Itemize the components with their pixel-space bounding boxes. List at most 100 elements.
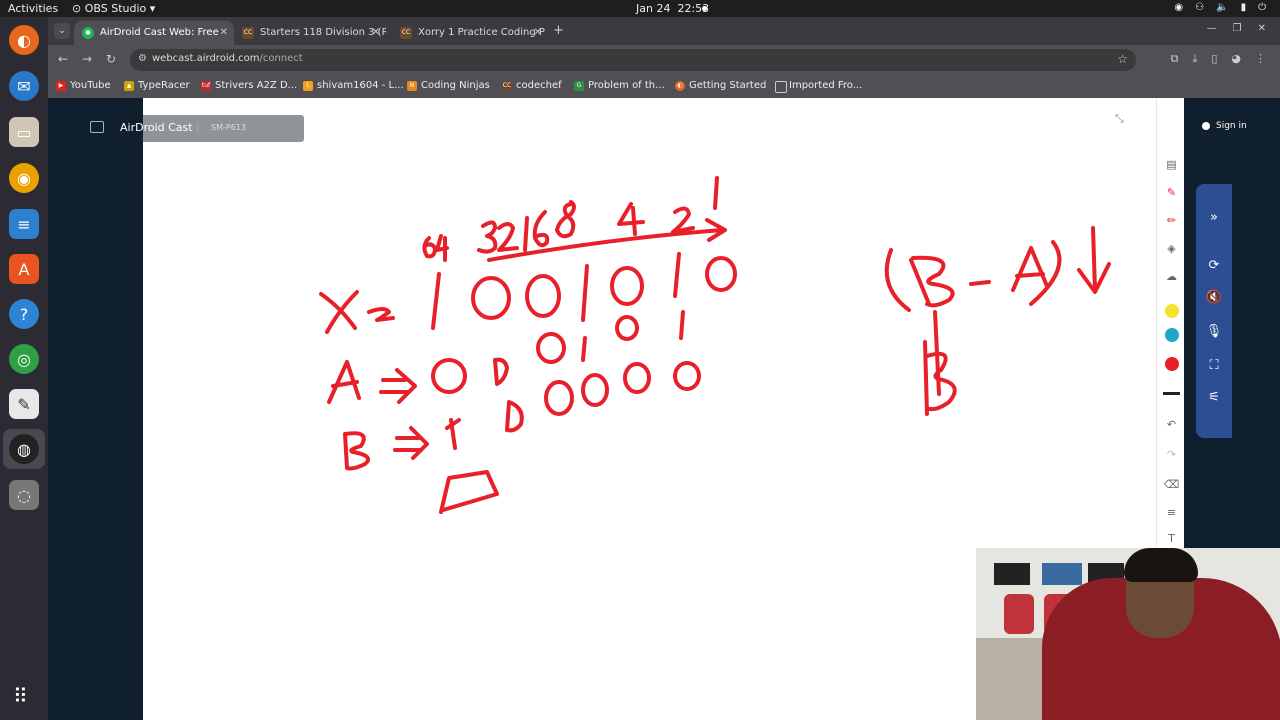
tab-airdroid[interactable]: ● AirDroid Cast Web: Free ✕ [74, 21, 234, 45]
disk-icon[interactable]: ◌ [9, 480, 39, 510]
color-yellow[interactable] [1163, 302, 1180, 319]
close-tab-icon[interactable]: ✕ [220, 21, 228, 45]
side-panel-icon[interactable]: ▯ [1211, 52, 1217, 66]
url-host: webcast.airdroid.com [152, 53, 260, 64]
battery-icon[interactable]: ▮ [1241, 2, 1247, 13]
color-red[interactable] [1163, 355, 1180, 372]
strivers-icon: tuf [201, 81, 211, 91]
brand-separator: | [196, 120, 200, 133]
obs-icon[interactable]: ◍ [9, 434, 39, 464]
airdroid-header: AirDroid Cast | SM-P613 [90, 115, 304, 142]
sign-in-button[interactable]: Sign in [1202, 121, 1247, 131]
activities-button[interactable]: Activities [8, 2, 58, 15]
app-dock: ◐ ✉ ▭ ◉ ≡ A ? ◎ ✎ ◍ ◌ ⠿ [0, 17, 48, 720]
tab-label: AirDroid Cast Web: Free [100, 27, 219, 38]
new-tab-icon[interactable]: + [553, 23, 564, 38]
bookmark-youtube[interactable]: ▶ YouTube [56, 80, 111, 91]
network-icon[interactable]: ⚇ [1195, 2, 1204, 13]
webcam-chair [1004, 594, 1034, 634]
result-strokes [923, 310, 957, 416]
firefox-bookmark-icon: ◐ [675, 81, 685, 91]
app-menu-label: OBS Studio [84, 2, 147, 15]
chrome-icon[interactable]: ◎ [9, 344, 39, 374]
power-menu-icon[interactable]: ⏻ [1258, 2, 1266, 13]
webcam-person-hair [1124, 548, 1198, 582]
rotate-screen-icon[interactable]: ⟳ [1204, 256, 1224, 276]
download-icon[interactable]: ⤓ [1192, 52, 1197, 66]
restore-window-icon[interactable]: ❐ [1233, 23, 1242, 34]
close-tab-icon[interactable]: ✕ [534, 21, 542, 45]
files-icon[interactable]: ▭ [9, 117, 39, 147]
bookmark-label: YouTube [70, 80, 111, 91]
rhythmbox-icon[interactable]: ◉ [9, 163, 39, 193]
clock[interactable]: Jan 24 22:53 [636, 2, 709, 15]
site-info-icon[interactable]: ⚙ [138, 53, 147, 64]
webcam-monitor [994, 563, 1030, 585]
back-icon[interactable]: ← [58, 52, 68, 66]
firefox-icon[interactable]: ◐ [9, 25, 39, 55]
text-tool-icon[interactable]: T [1163, 530, 1180, 547]
disconnect-icon[interactable]: ⚟ [1204, 388, 1224, 408]
bookmark-leetcode[interactable]: Lshivam1604 - L... [303, 80, 404, 91]
system-tray[interactable]: ◉ ⚇ 🔈 ▮ ⏻ [1174, 2, 1266, 13]
bookmark-coding-ninjas[interactable]: N Coding Ninjas [407, 80, 490, 91]
forward-icon[interactable]: → [82, 52, 92, 66]
align-icon[interactable]: ≡ [1163, 504, 1180, 521]
undo-icon[interactable]: ↶ [1163, 416, 1180, 433]
reload-icon[interactable]: ↻ [106, 52, 116, 66]
keyboard-icon[interactable]: ▤ [1163, 156, 1180, 173]
eraser-icon[interactable]: ◈ [1163, 240, 1180, 257]
bookmark-star-icon[interactable]: ☆ [1117, 52, 1128, 66]
menu-kebab-icon[interactable]: ⋮ [1255, 52, 1266, 66]
collapse-chevrons-icon[interactable]: » [1204, 208, 1224, 228]
redo-icon[interactable]: ↷ [1163, 446, 1180, 463]
marker-icon[interactable]: ✏ [1163, 212, 1180, 229]
bookmark-codechef[interactable]: CC codechef [502, 80, 562, 91]
pen-icon[interactable]: ✎ [1163, 184, 1180, 201]
bookmark-typeracer[interactable]: ▲ TypeRacer [124, 80, 190, 91]
help-icon[interactable]: ? [9, 299, 39, 329]
codechef-favicon-icon: CC [400, 27, 412, 39]
url-path: /connect [259, 53, 303, 64]
mute-speaker-icon[interactable]: 🔇 [1204, 288, 1224, 308]
stroke-width-icon[interactable] [1163, 385, 1180, 402]
gfg-icon: G [574, 81, 584, 91]
bookmark-folder-imported[interactable]: Imported Fro... [775, 80, 862, 93]
tab-strip: ⌄ ● AirDroid Cast Web: Free ✕ CC Starter… [48, 17, 1280, 45]
volume-icon[interactable]: 🔈 [1216, 2, 1228, 13]
minimize-window-icon[interactable]: — [1207, 23, 1217, 34]
recording-indicator-icon [702, 6, 707, 11]
bookmark-gfg[interactable]: G Problem of th... [574, 80, 665, 91]
address-bar[interactable]: ⚙ webcast.airdroid.com/connect ☆ [130, 49, 1136, 71]
left-panel [48, 98, 143, 720]
text-editor-icon[interactable]: ✎ [9, 389, 39, 419]
app-center-icon[interactable]: A [9, 254, 39, 284]
thunderbird-icon[interactable]: ✉ [9, 71, 39, 101]
browser-chrome: ⌄ ● AirDroid Cast Web: Free ✕ CC Starter… [48, 17, 1280, 98]
floating-control-bar: » ⟳ 🔇 🎙 ⛶ ⚟ [1196, 184, 1232, 438]
color-cyan[interactable] [1163, 326, 1180, 343]
fullscreen-icon[interactable]: ⛶ [1204, 356, 1224, 376]
mute-mic-icon[interactable]: 🎙 [1204, 322, 1224, 342]
toolbar-actions: ⧉ ⤓ ▯ ◕ ⋮ [1171, 52, 1266, 66]
url-text[interactable]: webcast.airdroid.com/connect [152, 53, 303, 64]
tab-xorry[interactable]: CC Xorry 1 Practice Coding P ✕ [392, 21, 548, 45]
chrome-tray-icon[interactable]: ◉ [1174, 2, 1183, 13]
bookmark-strivers[interactable]: tuf Strivers A2Z D... [201, 80, 297, 91]
bookmark-label: TypeRacer [138, 80, 190, 91]
tab-search-button[interactable]: ⌄ [54, 23, 70, 39]
extensions-icon[interactable]: ⧉ [1171, 52, 1179, 66]
close-tab-icon[interactable]: ✕ [372, 21, 380, 45]
app-menu[interactable]: ⊙ OBS Studio ▾ [72, 2, 155, 15]
show-apps-icon[interactable]: ⠿ [13, 684, 28, 708]
profile-avatar-icon[interactable]: ◕ [1231, 52, 1241, 66]
writer-icon[interactable]: ≡ [9, 209, 39, 239]
shape-icon[interactable]: ☁ [1163, 268, 1180, 285]
bookmark-label: Strivers A2Z D... [215, 80, 298, 91]
bookmark-getting-started[interactable]: ◐ Getting Started [675, 80, 766, 91]
drawing-toolbar: ▤ ✎ ✏ ◈ ☁ ↶ ↷ ⌫ ≡ T [1156, 98, 1185, 548]
coding-ninjas-icon: N [407, 81, 417, 91]
tab-starters[interactable]: CC Starters 118 Division 3 (R ✕ [234, 21, 386, 45]
clear-icon[interactable]: ⌫ [1163, 476, 1180, 493]
close-window-icon[interactable]: ✕ [1258, 23, 1266, 34]
